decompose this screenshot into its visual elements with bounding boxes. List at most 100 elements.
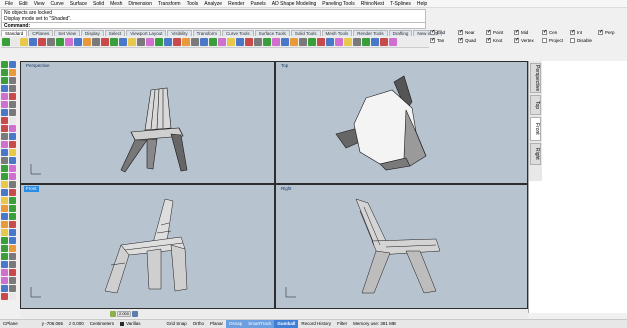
planar-toggle[interactable]: Planar <box>207 320 226 328</box>
toolbar-tool-icon[interactable] <box>92 37 100 46</box>
left-tool-icon[interactable] <box>9 189 16 196</box>
left-tool-icon[interactable] <box>9 205 16 212</box>
toolbar-tool-icon[interactable] <box>209 37 217 46</box>
osnap-checkbox[interactable] <box>458 37 463 43</box>
toolbar-tool-icon[interactable] <box>83 37 91 46</box>
osnap-checkbox[interactable] <box>430 37 435 43</box>
record-history-toggle[interactable]: Record History <box>298 320 334 328</box>
left-tool-icon[interactable] <box>1 277 8 284</box>
left-tool-icon[interactable] <box>9 77 16 84</box>
toolbar-tool-icon[interactable] <box>101 37 109 46</box>
side-tab-right[interactable]: Right <box>530 143 541 165</box>
osnap-checkbox[interactable] <box>570 38 575 43</box>
osnap-checkbox[interactable] <box>570 29 575 35</box>
osnap-vertex[interactable]: Vertex <box>514 37 534 43</box>
left-tool-icon[interactable] <box>1 261 8 268</box>
toolbar-tool-icon[interactable] <box>263 37 271 46</box>
osnap-checkbox[interactable] <box>430 29 435 35</box>
osnap-checkbox[interactable] <box>598 29 603 35</box>
filter-toggle[interactable]: Filter <box>334 320 350 328</box>
gumball-toggle[interactable]: Gumball <box>274 320 299 328</box>
toolbar-tool-icon[interactable] <box>344 37 352 46</box>
toolbar-tool-icon[interactable] <box>38 37 46 46</box>
toolbar-tool-icon[interactable] <box>164 37 172 46</box>
toolbar-tool-icon[interactable] <box>182 37 190 46</box>
menu-item-render[interactable]: Render <box>225 0 247 8</box>
left-tool-icon[interactable] <box>1 133 8 140</box>
osnap-disable[interactable]: Disable <box>570 38 592 43</box>
toolbar-tool-icon[interactable] <box>119 37 127 46</box>
left-tool-icon[interactable] <box>1 237 8 244</box>
left-tool-icon[interactable] <box>1 253 8 260</box>
side-tab-front[interactable]: Front <box>530 117 541 141</box>
toolbar-tool-icon[interactable] <box>371 37 379 46</box>
toolbar-tool-icon[interactable] <box>236 37 244 46</box>
toolbar-tool-icon[interactable] <box>11 37 19 46</box>
left-tool-icon[interactable] <box>1 245 8 252</box>
left-tool-icon[interactable] <box>1 173 8 180</box>
left-tool-icon[interactable] <box>9 141 16 148</box>
left-tool-icon[interactable] <box>1 157 8 164</box>
toolbar-tool-icon[interactable] <box>56 37 64 46</box>
menu-item-file[interactable]: File <box>2 0 16 8</box>
left-tool-icon[interactable] <box>9 293 16 300</box>
osnap-checkbox[interactable] <box>458 29 463 35</box>
osnap-checkbox[interactable] <box>486 37 491 43</box>
left-tool-icon[interactable] <box>1 69 8 76</box>
left-tool-icon[interactable] <box>1 85 8 92</box>
left-tool-icon[interactable] <box>9 149 16 156</box>
osnap-checkbox[interactable] <box>514 29 519 35</box>
left-tool-icon[interactable] <box>1 117 8 124</box>
osnap-cen[interactable]: Cen <box>542 29 557 35</box>
left-tool-icon[interactable] <box>1 61 8 68</box>
toolbar-tool-icon[interactable] <box>146 37 154 46</box>
ortho-toggle[interactable]: Ortho <box>190 320 207 328</box>
left-tool-icon[interactable] <box>1 285 8 292</box>
side-tab-top[interactable]: Top <box>530 95 541 115</box>
toolbar-tool-icon[interactable] <box>245 37 253 46</box>
left-tool-icon[interactable] <box>9 157 16 164</box>
menu-item-panels[interactable]: Panels <box>248 0 269 8</box>
left-tool-icon[interactable] <box>9 173 16 180</box>
osnap-tan[interactable]: Tan <box>430 37 444 43</box>
toolbar-tool-icon[interactable] <box>362 37 370 46</box>
toolbar-tool-icon[interactable] <box>281 37 289 46</box>
left-tool-icon[interactable] <box>9 197 16 204</box>
menu-item-solid[interactable]: Solid <box>90 0 107 8</box>
left-tool-icon[interactable] <box>1 77 8 84</box>
left-tool-icon[interactable] <box>1 165 8 172</box>
left-tool-icon[interactable] <box>1 125 8 132</box>
left-tool-icon[interactable] <box>9 61 16 68</box>
left-tool-icon[interactable] <box>1 229 8 236</box>
menu-item-mesh[interactable]: Mesh <box>107 0 125 8</box>
toolbar-tool-icon[interactable] <box>29 37 37 46</box>
left-tool-icon[interactable] <box>1 221 8 228</box>
left-tool-icon[interactable] <box>9 285 16 292</box>
osnap-checkbox[interactable] <box>486 29 491 35</box>
left-tool-icon[interactable] <box>9 229 16 236</box>
menu-item-t-splines[interactable]: T-Splines <box>387 0 414 8</box>
menu-item-ad-shape-modeling[interactable]: AD Shape Modeling <box>269 0 319 8</box>
menu-item-rhinonest[interactable]: RhinoNest <box>358 0 387 8</box>
menu-item-analyze[interactable]: Analyze <box>201 0 225 8</box>
toolbar-tool-icon[interactable] <box>326 37 334 46</box>
toolbar-tool-icon[interactable] <box>47 37 55 46</box>
menu-item-surface[interactable]: Surface <box>67 0 90 8</box>
menu-item-edit[interactable]: Edit <box>16 0 31 8</box>
nav-icon[interactable] <box>110 310 116 317</box>
toolbar-tool-icon[interactable] <box>155 37 163 46</box>
left-tool-icon[interactable] <box>1 109 8 116</box>
osnap-project[interactable]: Project <box>542 38 563 43</box>
viewport-perspective[interactable]: Perspective <box>21 62 274 183</box>
toolbar-tool-icon[interactable] <box>353 37 361 46</box>
toolbar-tool-icon[interactable] <box>272 37 280 46</box>
left-tool-icon[interactable] <box>9 101 16 108</box>
left-tool-icon[interactable] <box>1 101 8 108</box>
nav-value-field[interactable]: 2.000 <box>117 310 131 317</box>
left-tool-icon[interactable] <box>9 165 16 172</box>
toolbar-tool-icon[interactable] <box>335 37 343 46</box>
grid-snap-toggle[interactable]: Grid Snap <box>163 320 189 328</box>
left-tool-icon[interactable] <box>1 213 8 220</box>
left-tool-icon[interactable] <box>9 213 16 220</box>
left-tool-icon[interactable] <box>9 125 16 132</box>
